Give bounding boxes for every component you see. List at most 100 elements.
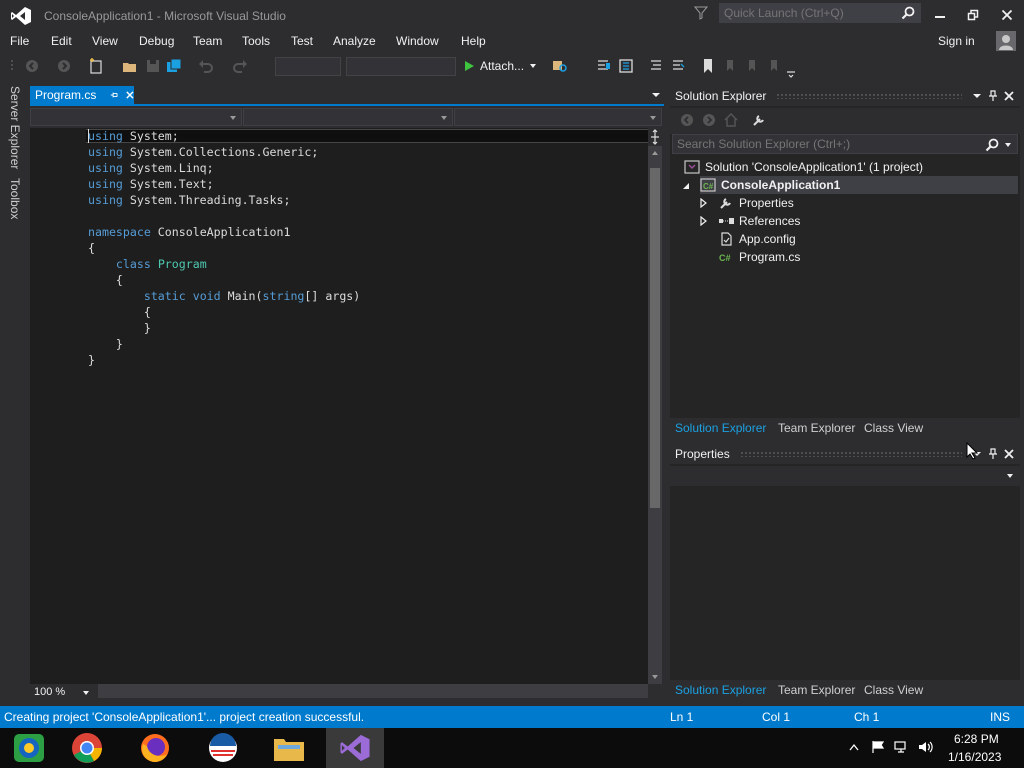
solution-platforms-combo[interactable] (346, 57, 456, 76)
pin-icon[interactable] (110, 90, 118, 100)
server-explorer-tab[interactable]: Server Explorer (8, 86, 22, 169)
tree-item-app-config[interactable]: App.config (718, 230, 796, 248)
search-icon[interactable] (901, 6, 915, 20)
taskbar-app-visual-studio[interactable] (326, 728, 384, 768)
tree-item-references[interactable]: References (718, 212, 800, 230)
member-navigation-combo[interactable] (454, 108, 662, 126)
tab-solution-explorer[interactable]: Solution Explorer (675, 421, 766, 435)
scroll-down-icon[interactable] (651, 674, 659, 680)
properties-wrench-icon[interactable] (752, 113, 766, 127)
properties-object-combo[interactable] (670, 466, 1020, 486)
code-line[interactable]: using System.Linq; (88, 160, 360, 176)
code-line[interactable]: using System.Collections.Generic; (88, 144, 360, 160)
pin-icon[interactable] (988, 448, 998, 460)
chevron-down-icon[interactable] (1004, 142, 1012, 148)
next-bookmark-folder-icon[interactable] (766, 58, 782, 74)
previous-bookmark-icon[interactable] (722, 58, 738, 74)
filter-icon[interactable] (694, 6, 708, 20)
tray-chevron-up-icon[interactable] (846, 740, 862, 754)
expand-arrow-icon[interactable] (698, 216, 708, 226)
undo-icon[interactable] (198, 58, 214, 74)
bookmark-icon[interactable] (700, 58, 716, 74)
close-icon[interactable] (1004, 91, 1014, 101)
tab-class-view[interactable]: Class View (864, 421, 923, 435)
menu-test[interactable]: Test (291, 34, 313, 48)
solution-explorer-search-box[interactable] (672, 134, 1018, 154)
toolbar-overflow-icon[interactable] (786, 62, 796, 78)
menu-view[interactable]: View (92, 34, 118, 48)
tree-item-properties[interactable]: Properties (718, 194, 794, 212)
quick-launch-box[interactable] (719, 3, 921, 23)
code-line[interactable]: } (88, 320, 360, 336)
editor-horizontal-scrollbar[interactable] (98, 684, 648, 698)
minimize-button[interactable] (925, 4, 955, 26)
chevron-down-icon[interactable] (972, 92, 982, 100)
code-line[interactable] (88, 208, 360, 224)
project-navigation-combo[interactable] (30, 108, 242, 126)
avatar[interactable] (996, 31, 1016, 51)
save-icon[interactable] (145, 58, 161, 74)
step-into-icon[interactable] (596, 58, 612, 74)
tree-item-solution[interactable]: Solution 'ConsoleApplication1' (1 projec… (684, 158, 923, 176)
action-center-flag-icon[interactable] (870, 740, 886, 754)
taskbar-app-chrome[interactable] (58, 728, 116, 768)
tree-item-program-cs[interactable]: C# Program.cs (718, 248, 800, 266)
code-line[interactable]: using System; (88, 128, 360, 144)
scroll-up-icon[interactable] (651, 150, 659, 156)
volume-icon[interactable] (918, 740, 934, 754)
find-in-files-icon[interactable] (552, 58, 568, 74)
quick-launch-input[interactable] (724, 5, 894, 21)
tab-team-explorer[interactable]: Team Explorer (778, 683, 855, 697)
navigate-forward-icon[interactable] (56, 58, 72, 74)
expand-arrow-icon[interactable] (698, 198, 708, 208)
next-bookmark-icon[interactable] (744, 58, 760, 74)
code-line[interactable]: } (88, 352, 360, 368)
tab-program-cs[interactable]: Program.cs (30, 86, 134, 104)
taskbar-app-media[interactable] (0, 728, 58, 768)
menu-file[interactable]: File (10, 34, 29, 48)
code-line[interactable]: class Program (88, 256, 360, 272)
chevron-down-icon[interactable] (82, 690, 90, 696)
taskbar-clock-date[interactable]: 1/16/2023 (948, 750, 1001, 764)
comment-lines-icon[interactable] (648, 58, 664, 74)
attach-button[interactable]: Attach... (463, 57, 537, 75)
close-window-button[interactable] (992, 4, 1022, 26)
uncomment-lines-icon[interactable] (670, 58, 686, 74)
redo-icon[interactable] (232, 58, 248, 74)
solution-configurations-combo[interactable] (275, 57, 341, 76)
collapse-arrow-icon[interactable] (682, 181, 692, 191)
restore-button[interactable] (958, 4, 988, 26)
code-line[interactable]: namespace ConsoleApplication1 (88, 224, 360, 240)
type-navigation-combo[interactable] (243, 108, 453, 126)
taskbar-app-firefox[interactable] (126, 728, 184, 768)
document-list-dropdown-icon[interactable] (650, 90, 662, 100)
home-icon[interactable] (724, 113, 738, 127)
code-line[interactable]: using System.Threading.Tasks; (88, 192, 360, 208)
pin-icon[interactable] (988, 90, 998, 102)
toolbox-tab[interactable]: Toolbox (8, 178, 22, 219)
taskbar-clock-time[interactable]: 6:28 PM (954, 732, 999, 746)
tab-team-explorer[interactable]: Team Explorer (778, 421, 855, 435)
sign-in-link[interactable]: Sign in (938, 34, 975, 48)
close-icon[interactable] (1004, 449, 1014, 459)
tree-item-project[interactable]: C# ConsoleApplication1 (700, 176, 1018, 194)
menu-tools[interactable]: Tools (242, 34, 270, 48)
menu-debug[interactable]: Debug (139, 34, 174, 48)
navigate-back-icon[interactable] (24, 58, 40, 74)
menu-team[interactable]: Team (193, 34, 222, 48)
editor-scroll-thumb[interactable] (650, 168, 660, 508)
code-line[interactable]: { (88, 304, 360, 320)
zoom-level[interactable]: 100 % (34, 686, 65, 698)
tab-class-view[interactable]: Class View (864, 683, 923, 697)
tab-solution-explorer[interactable]: Solution Explorer (675, 683, 766, 697)
menu-edit[interactable]: Edit (51, 34, 72, 48)
code-line[interactable]: using System.Text; (88, 176, 360, 192)
code-line[interactable]: } (88, 336, 360, 352)
step-over-icon[interactable] (618, 58, 634, 74)
code-line[interactable]: { (88, 272, 360, 288)
search-icon[interactable] (985, 138, 999, 152)
menu-analyze[interactable]: Analyze (333, 34, 376, 48)
taskbar-app-obama[interactable] (194, 728, 252, 768)
forward-icon[interactable] (702, 113, 716, 127)
network-icon[interactable] (894, 740, 910, 754)
